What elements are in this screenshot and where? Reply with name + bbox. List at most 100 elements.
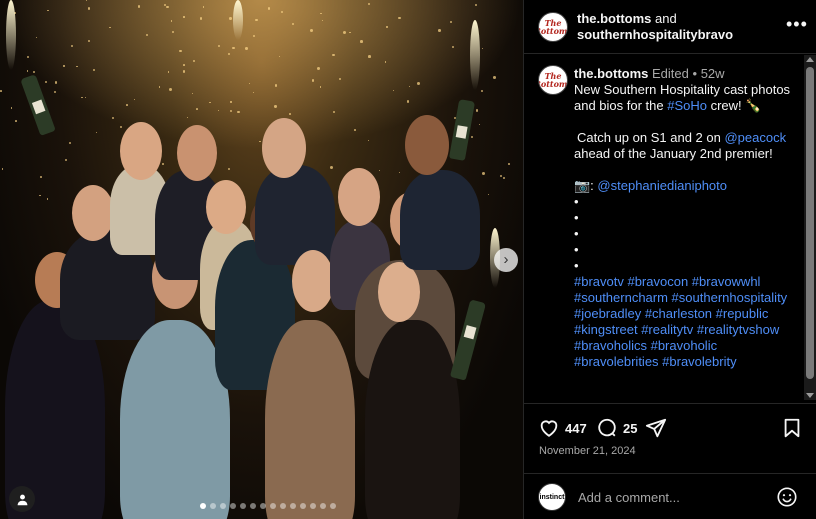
sparkle xyxy=(166,5,169,9)
heart-icon xyxy=(540,420,558,437)
post-side-panel: TheBottoms the.bottoms and southernhospi… xyxy=(523,0,816,519)
sparkle xyxy=(199,17,203,20)
author-primary-link[interactable]: the.bottoms xyxy=(577,11,651,26)
hashtag-link[interactable]: #SoHo xyxy=(667,98,707,113)
caption-bullets: • • • • • xyxy=(574,194,802,274)
photographer-link[interactable]: @stephaniedianiphoto xyxy=(597,178,727,193)
sparkle xyxy=(398,171,401,174)
caption-logo: TheBottoms xyxy=(539,71,568,89)
caption-scrollbar[interactable] xyxy=(804,55,816,400)
user-icon xyxy=(17,494,27,505)
caption-bullet: • xyxy=(574,258,579,273)
sparkle xyxy=(408,85,410,87)
carousel-next-button[interactable]: › xyxy=(494,248,518,272)
caption-avatar[interactable]: TheBottoms xyxy=(538,65,568,95)
cast-member-head xyxy=(206,180,246,234)
post-photo[interactable]: › xyxy=(0,0,523,519)
bookmark-icon xyxy=(784,418,800,438)
emoji-icon[interactable] xyxy=(776,486,798,508)
carousel-dot xyxy=(200,503,206,509)
sparkle xyxy=(168,87,172,91)
account-avatar[interactable]: TheBottoms xyxy=(538,12,568,42)
sparkle xyxy=(196,107,199,110)
cast-member xyxy=(400,170,480,270)
carousel-dots xyxy=(200,503,336,509)
sparkle xyxy=(158,86,160,88)
sparkle xyxy=(27,55,30,58)
sparkle xyxy=(1,168,3,170)
sparkle xyxy=(171,30,174,33)
sparkle xyxy=(183,16,185,18)
sparkle xyxy=(386,26,388,28)
sparkle xyxy=(342,30,346,34)
carousel-dot xyxy=(310,503,316,509)
sparkle xyxy=(183,64,185,66)
sparkle xyxy=(398,16,401,20)
sparkle xyxy=(15,120,17,122)
sparkle xyxy=(68,141,71,144)
champagne-spray xyxy=(233,0,243,40)
sparkle xyxy=(237,110,240,114)
sparkle xyxy=(244,47,248,50)
sparkle xyxy=(230,101,232,103)
champagne-spray xyxy=(6,0,16,70)
authors-connector: and xyxy=(651,11,677,26)
scroll-thumb[interactable] xyxy=(806,67,814,379)
sparkle xyxy=(502,177,505,180)
caption-line2: Catch up on S1 and 2 on xyxy=(577,130,725,145)
save-button[interactable] xyxy=(781,417,803,439)
viewer-avatar-label: instinct xyxy=(539,493,565,501)
sparkle xyxy=(192,59,195,62)
share-button[interactable] xyxy=(645,417,667,439)
sparkle xyxy=(10,107,13,109)
sparkle xyxy=(349,31,351,34)
caption-scroll-area[interactable]: TheBottoms the.bottoms Edited • 52w New … xyxy=(524,55,804,400)
champagne-bottle xyxy=(449,299,487,381)
sparkle xyxy=(70,44,74,48)
sparkle xyxy=(65,158,67,161)
comment-button[interactable]: 25 xyxy=(596,417,637,439)
sparkle xyxy=(46,198,49,200)
sparkle xyxy=(384,61,387,63)
post-actions: 447 25 November 21, 2024 xyxy=(524,403,816,473)
caption-username[interactable]: the.bottoms xyxy=(574,66,648,81)
hashtag-list[interactable]: #bravotv #bravocon #bravowwhl #southernc… xyxy=(574,274,787,369)
cast-member xyxy=(265,320,355,519)
sparkle xyxy=(170,20,172,22)
caption: the.bottoms Edited • 52w New Southern Ho… xyxy=(574,66,802,370)
account-logo: TheBottoms xyxy=(539,18,568,36)
sparkle xyxy=(316,66,320,70)
more-options-icon[interactable]: ••• xyxy=(786,14,808,35)
cast-member-head xyxy=(378,262,420,322)
cast-member xyxy=(255,165,335,265)
sparkle xyxy=(508,162,510,165)
sparkle xyxy=(360,40,363,43)
like-button[interactable]: 447 xyxy=(538,417,587,439)
champagne-spray xyxy=(470,20,480,90)
cast-member-head xyxy=(405,115,449,175)
post-age: 52w xyxy=(700,66,725,81)
cast-member-head xyxy=(120,122,162,180)
post-header: TheBottoms the.bottoms and southernhospi… xyxy=(524,0,816,54)
mention-link[interactable]: @peacock xyxy=(724,130,786,145)
sparkle xyxy=(478,123,480,126)
sparkle xyxy=(255,18,258,21)
like-count: 447 xyxy=(565,420,587,436)
comment-icon xyxy=(598,418,616,437)
scroll-up-icon[interactable] xyxy=(806,57,814,62)
camera-credit-prefix: 📷: xyxy=(574,178,598,193)
caption-bullet: • xyxy=(574,194,579,209)
caption-line1-end: crew! 🍾 xyxy=(706,98,762,113)
comment-input[interactable] xyxy=(578,488,768,506)
scroll-down-icon[interactable] xyxy=(806,393,814,398)
sparkle xyxy=(26,70,28,72)
author-secondary-link[interactable]: southernhospitalitybravo xyxy=(577,27,733,42)
carousel-dot xyxy=(230,503,236,509)
tagged-users-button[interactable] xyxy=(9,486,35,512)
cast-member-head xyxy=(72,185,114,241)
viewer-avatar[interactable]: instinct xyxy=(538,483,566,511)
sparkle xyxy=(218,44,221,47)
sparkle xyxy=(40,176,42,178)
carousel-dot xyxy=(240,503,246,509)
sparkle xyxy=(488,193,490,196)
